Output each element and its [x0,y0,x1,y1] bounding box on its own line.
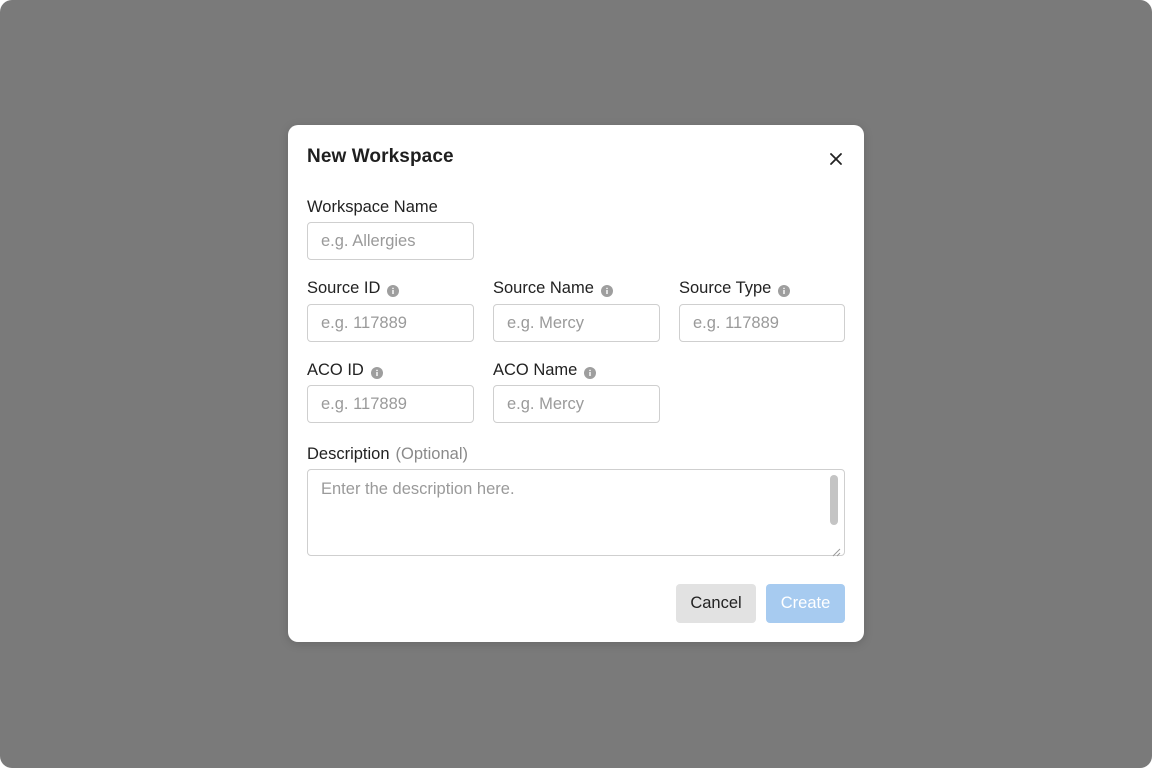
close-icon[interactable] [826,149,846,169]
info-icon[interactable] [387,283,400,297]
cancel-button[interactable]: Cancel [676,584,756,623]
source-id-label-text: Source ID [307,279,381,297]
workspace-name-input[interactable] [307,222,474,260]
source-type-input[interactable] [679,304,845,342]
source-type-label: Source Type [679,279,791,298]
new-workspace-dialog: New Workspace Workspace Name Source ID S… [288,125,864,642]
textarea-scrollbar[interactable] [830,475,838,525]
dialog-title: New Workspace [307,146,454,167]
aco-name-label-text: ACO Name [493,361,578,379]
aco-name-input[interactable] [493,385,660,423]
aco-id-input[interactable] [307,385,474,423]
description-label-text: Description [307,445,390,463]
aco-name-label: ACO Name [493,361,597,380]
info-icon[interactable] [584,365,597,379]
aco-id-label: ACO ID [307,361,383,380]
source-name-label: Source Name [493,279,613,298]
source-id-input[interactable] [307,304,474,342]
aco-id-label-text: ACO ID [307,361,364,379]
workspace-name-label-text: Workspace Name [307,198,438,216]
workspace-name-label: Workspace Name [307,198,438,217]
source-name-label-text: Source Name [493,279,594,297]
resize-grip-icon[interactable] [831,544,841,557]
source-name-input[interactable] [493,304,660,342]
optional-tag: (Optional) [395,445,468,463]
info-icon[interactable] [600,283,613,297]
create-button[interactable]: Create [766,584,845,623]
info-icon[interactable] [778,283,791,297]
source-id-label: Source ID [307,279,400,298]
description-textarea[interactable] [307,469,845,556]
description-label: Description (Optional) [307,445,468,464]
info-icon[interactable] [370,365,383,379]
source-type-label-text: Source Type [679,279,772,297]
